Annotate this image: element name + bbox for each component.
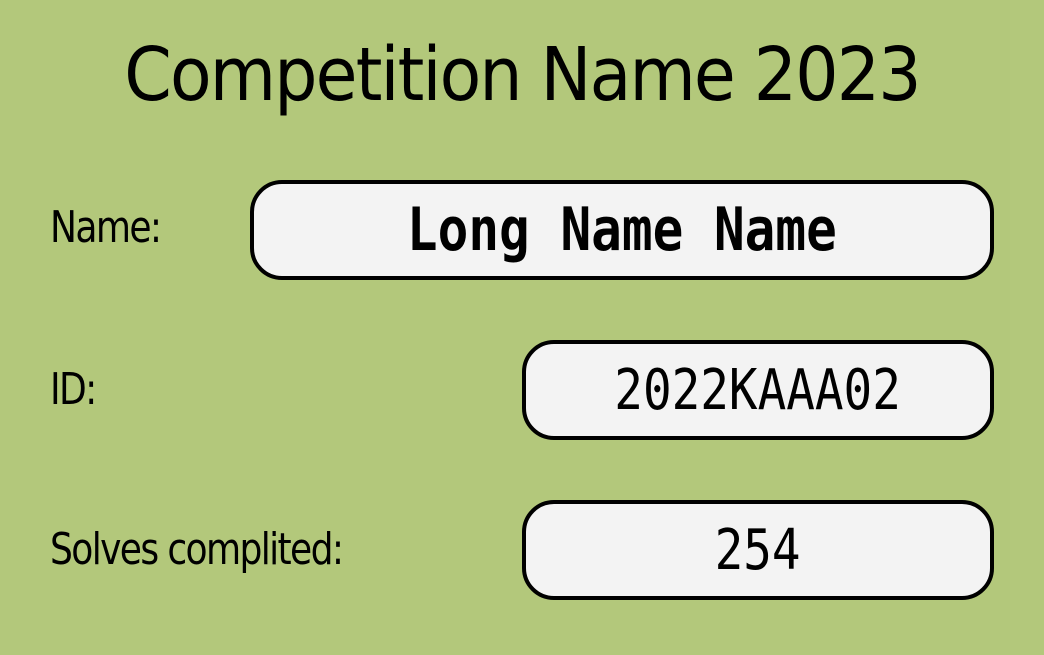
id-value: 2022KAAA02 bbox=[614, 357, 902, 423]
id-field[interactable]: 2022KAAA02 bbox=[522, 340, 994, 440]
solves-field[interactable]: 254 bbox=[522, 500, 994, 600]
solves-value: 254 bbox=[715, 517, 801, 583]
page-title: Competition Name 2023 bbox=[124, 32, 921, 118]
name-field[interactable]: Long Name Name bbox=[250, 180, 994, 280]
name-value: Long Name Name bbox=[407, 195, 837, 265]
name-label: Name: bbox=[50, 202, 162, 253]
solves-label: Solves complited: bbox=[50, 524, 344, 575]
id-label: ID: bbox=[50, 364, 97, 415]
